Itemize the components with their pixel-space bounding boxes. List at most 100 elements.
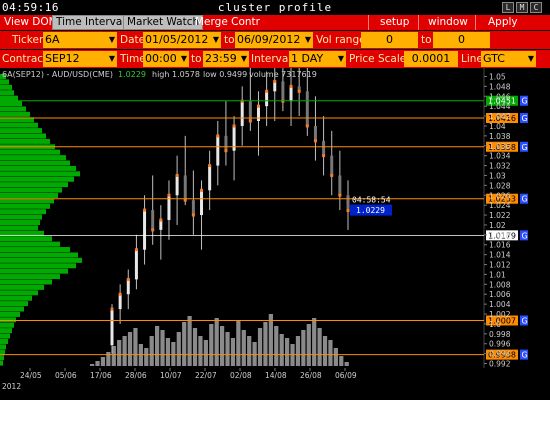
price-axis-label: 1.018 <box>489 231 511 240</box>
volume-bar <box>198 336 203 366</box>
time-interval-tab[interactable]: Time Interval <box>52 15 130 30</box>
price-scale-label: Price Scale <box>349 53 407 65</box>
volume-profile-bar <box>0 220 40 226</box>
volume-bar <box>257 328 263 366</box>
chart-symbol: 6A(SEP12) - AUD/USD(CME) <box>2 70 113 79</box>
volume-profile-bar <box>0 171 80 177</box>
volume-bar <box>149 336 154 366</box>
time-from-field[interactable]: 00:00 ▼ <box>143 51 189 67</box>
poc-marker <box>208 164 212 168</box>
price-axis-label: 1.012 <box>489 261 511 270</box>
candle-body <box>191 200 195 216</box>
volume-profile-bar <box>0 263 76 269</box>
time-axis-label: 02/08 <box>230 371 252 380</box>
level-marker-label: G <box>522 114 528 123</box>
poc-marker <box>134 248 138 252</box>
volume-profile-bar <box>0 268 68 274</box>
price-axis-label: 1.016 <box>489 241 511 250</box>
interval-select[interactable]: 1 DAY ▼ <box>289 51 346 67</box>
volume-profile-bar <box>0 252 78 258</box>
merge-contr-tab[interactable]: Merge Contr <box>192 15 263 30</box>
time-axis-label: 26/08 <box>300 371 322 380</box>
poc-marker <box>126 277 130 281</box>
volume-bar <box>274 326 279 366</box>
volume-profile-bar <box>0 247 70 253</box>
vol-from-field[interactable]: 0 <box>361 32 418 48</box>
volume-profile-bar <box>0 338 8 344</box>
volume-bar <box>214 318 219 366</box>
volume-bar <box>279 334 284 366</box>
volume-bar <box>203 340 208 366</box>
volume-profile-bar <box>0 149 60 155</box>
candle-body <box>338 175 342 196</box>
window-c-button[interactable]: C <box>530 2 542 13</box>
chart-canvas[interactable]: 1.0451 G1.0416 G1.0358 G1.0253 G1.0179 G1.000… <box>0 68 550 400</box>
line-select[interactable]: GTC ▼ <box>481 51 536 67</box>
poc-marker <box>289 84 293 88</box>
candle-body <box>281 81 285 102</box>
cluster-profile-chart[interactable]: 1.0451 G 1.0416 G 1.0358 G 1.0253 G 1.0179 G 1.000… <box>0 68 550 400</box>
vol-to-field[interactable]: 0 <box>433 32 490 48</box>
volume-profile-bar <box>0 209 46 215</box>
price-axis-label: 1.028 <box>489 181 511 190</box>
time-to-field[interactable]: 23:59 ▼ <box>203 51 249 67</box>
volume-bar <box>322 336 328 366</box>
poc-marker <box>297 89 301 93</box>
title-bar[interactable]: 04:59:16 cluster profile L M C <box>0 0 550 15</box>
cursor-price: 1.0229 <box>356 206 385 215</box>
price-axis-label: 1.046 <box>489 92 511 101</box>
volume-bar <box>285 338 290 366</box>
candle-body <box>265 91 269 107</box>
candle-body <box>208 165 212 191</box>
poc-marker <box>265 89 269 93</box>
volume-profile-bar <box>0 311 20 317</box>
window-m-button[interactable]: M <box>516 2 528 13</box>
parameters-row-2: Contract SEP12 ▼ Time 00:00 ▼ to 23:59 ▼ In… <box>0 50 550 68</box>
volume-profile-bar <box>0 301 28 307</box>
date-from-field[interactable]: 01/05/2012 ▼ <box>143 32 221 48</box>
chevron-down-icon: ▼ <box>240 54 247 63</box>
candle-body <box>305 91 309 126</box>
apply-button[interactable]: Apply <box>485 15 521 30</box>
poc-marker <box>322 154 326 158</box>
volume-bar <box>333 348 338 366</box>
volume-bar <box>230 338 236 366</box>
price-scale-field[interactable]: 0.0001 <box>404 51 458 67</box>
chart-low: low 0.9499 <box>203 70 248 79</box>
poc-marker <box>118 292 122 296</box>
ticker-select[interactable]: 6A ▼ <box>43 32 117 48</box>
price-axis-label: 1.05 <box>489 72 506 81</box>
volume-profile-bar <box>0 128 42 134</box>
price-axis-label: 0.994 <box>489 350 511 359</box>
date-to-field[interactable]: 06/09/2012 ▼ <box>235 32 313 48</box>
candle-body <box>240 101 244 126</box>
price-axis-label: 1.002 <box>489 310 511 319</box>
candle-body <box>224 135 228 151</box>
volume-bar <box>236 320 241 366</box>
volume-bar <box>268 314 273 366</box>
candle-body <box>289 86 293 102</box>
poc-marker <box>224 149 228 153</box>
volume-bar <box>182 322 187 366</box>
window-button[interactable]: window <box>425 15 471 30</box>
contract-select[interactable]: SEP12 ▼ <box>43 51 117 67</box>
poc-marker <box>338 193 342 197</box>
window-l-button[interactable]: L <box>502 2 514 13</box>
time-axis-label: 17/06 <box>90 371 112 380</box>
volume-bar <box>344 362 349 366</box>
volume-bar <box>127 332 133 366</box>
chart-high: high 1.0578 <box>152 70 200 79</box>
volume-profile-bar <box>0 295 32 301</box>
time-label: Time <box>120 53 146 65</box>
setup-button[interactable]: setup <box>377 15 412 30</box>
chevron-down-icon: ▼ <box>527 54 534 63</box>
price-axis-label: 1.038 <box>489 132 511 141</box>
volume-profile-bar <box>0 187 62 193</box>
poc-marker <box>256 104 260 108</box>
volume-profile-bar <box>0 165 76 171</box>
price-axis-label: 1.022 <box>489 211 511 220</box>
window-title: cluster profile <box>217 1 333 14</box>
volume-profile-bar <box>0 279 52 285</box>
poc-marker <box>346 209 350 213</box>
volume-profile-bar <box>0 84 12 90</box>
